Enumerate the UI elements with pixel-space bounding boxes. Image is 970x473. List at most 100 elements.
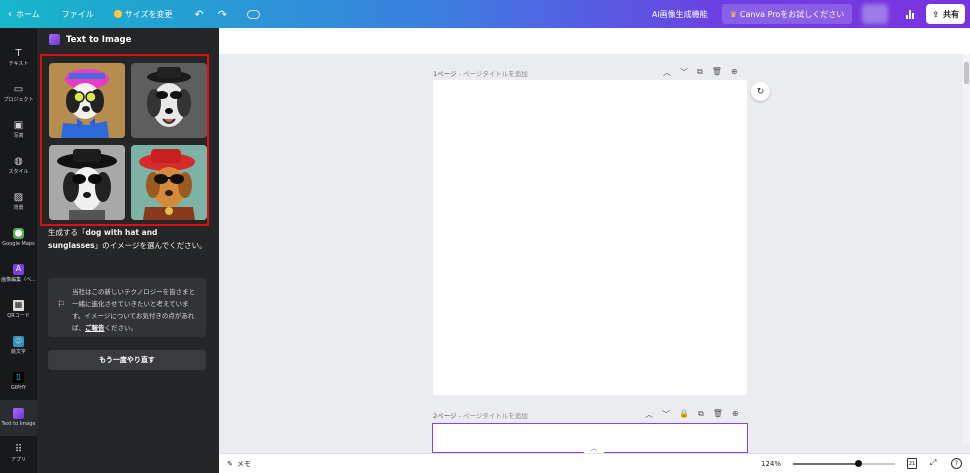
add-page-icon[interactable]: ⊕: [731, 67, 738, 78]
rail-item-label: QRコード: [7, 313, 30, 320]
rail-item-emoji[interactable]: ☺ 絵文字: [0, 328, 37, 364]
notes-label: メモ: [236, 460, 251, 468]
share-label: 共有: [943, 9, 959, 19]
trash-icon[interactable]: 🗑: [712, 67, 722, 78]
dog-pink-cap-icon: [49, 63, 125, 138]
generated-image-1[interactable]: [49, 63, 125, 138]
qr-icon: ▦: [13, 300, 24, 312]
zoom-slider-fill: [793, 463, 857, 465]
lock-icon[interactable]: 🔒: [679, 409, 689, 420]
rail-item-qr[interactable]: ▦ QRコード: [0, 292, 37, 328]
image-icon: ▣: [13, 120, 24, 132]
undo-icon[interactable]: ↶: [195, 0, 204, 28]
chevron-left-icon[interactable]: ‹: [8, 0, 12, 28]
rail-item-text-to-image[interactable]: Text to Image: [0, 400, 37, 436]
duplicate-icon[interactable]: ⧉: [698, 409, 704, 420]
rail-item-label: 絵文字: [10, 349, 26, 356]
canva-pro-button[interactable]: ♛ Canva Proをお試しください: [721, 4, 853, 24]
rail-item-giphy[interactable]: ▯ GIPHY: [0, 364, 37, 400]
show-pages-caret-icon[interactable]: ︿: [584, 444, 604, 453]
fullscreen-icon[interactable]: ⤢: [930, 458, 936, 468]
folder-icon: ▭: [13, 84, 24, 96]
emoji-icon: ☺: [13, 336, 24, 348]
page-1-title[interactable]: 1ページ - ページタイトルを追加: [433, 68, 528, 78]
rail-item-label: 写真: [13, 133, 24, 140]
page-2-title[interactable]: 2ページ - ページタイトルを追加: [433, 410, 528, 420]
page-2-tools: ︿ ﹀ 🔒 ⧉ 🗑 ⊕: [645, 409, 739, 420]
page-grid-button[interactable]: 21: [907, 458, 917, 469]
text-icon: T: [15, 48, 22, 60]
refresh-icon[interactable]: ↻: [751, 82, 770, 101]
cloud-save-icon[interactable]: [246, 9, 260, 19]
rail-item-label: 画像編集（ベ...: [1, 277, 36, 284]
generated-image-3[interactable]: [49, 145, 125, 220]
chevron-up-icon[interactable]: ︿: [663, 67, 671, 78]
scrollbar-thumb[interactable]: [964, 62, 969, 84]
text-to-image-panel: Text to Image 生成する「dog with hat and sung…: [37, 28, 219, 473]
retry-button[interactable]: もう一度やり直す: [48, 350, 206, 370]
chevron-up-icon[interactable]: ︿: [645, 409, 653, 420]
help-icon[interactable]: ?: [951, 458, 962, 469]
rail-item-background[interactable]: ▨ 背景: [0, 184, 37, 220]
generated-images-grid: [40, 54, 209, 226]
rail-item-label: テキスト: [8, 61, 29, 68]
rail-item-style[interactable]: ◍ スタイル: [0, 148, 37, 184]
vertical-scrollbar[interactable]: [963, 54, 970, 444]
resize-button[interactable]: サイズを変更: [113, 0, 173, 28]
page-2-add-title: - ページタイトルを追加: [456, 412, 528, 420]
generated-image-4[interactable]: [131, 145, 207, 220]
zoom-slider[interactable]: [793, 463, 895, 465]
page-1-canvas[interactable]: [433, 80, 747, 395]
chevron-down-icon[interactable]: ﹀: [662, 409, 670, 420]
dog-bw-glasses-icon: [49, 145, 125, 220]
rail-item-image-editor[interactable]: A 画像編集（ベ...: [0, 256, 37, 292]
page-1-add-title: - ページタイトルを追加: [456, 70, 528, 78]
resize-icon: [113, 10, 122, 18]
top-bar: ‹ ホーム ファイル サイズを変更 ↶ ↷ AI画像生成機能 ♛ Canva P…: [0, 0, 970, 28]
canvas-toolbar-area: [219, 28, 970, 54]
image-editor-icon: A: [13, 264, 24, 276]
rail-item-photos[interactable]: ▣ 写真: [0, 112, 37, 148]
rail-item-apps[interactable]: ⠿ アプリ: [0, 436, 37, 472]
trash-icon[interactable]: 🗑: [713, 409, 723, 420]
redo-icon[interactable]: ↷: [218, 0, 227, 28]
dog-red-hat-icon: [131, 145, 207, 220]
rail-item-label: Google Maps: [2, 241, 35, 248]
flag-icon: ⚐: [57, 300, 66, 310]
dog-bw-hat-icon: [131, 63, 207, 138]
report-link[interactable]: ご報告: [85, 324, 105, 332]
desc-suffix: 」のイメージを選んでください。: [94, 241, 207, 250]
rail-item-label: スタイル: [8, 169, 29, 176]
resize-label: サイズを変更: [124, 9, 173, 19]
duplicate-icon[interactable]: ⧉: [697, 67, 703, 78]
generated-image-2[interactable]: [131, 63, 207, 138]
apps-grid-icon: ⠿: [14, 444, 23, 456]
zoom-slider-handle[interactable]: [855, 460, 862, 467]
chevron-down-icon[interactable]: ﹀: [680, 67, 688, 78]
panel-title: Text to Image: [49, 34, 131, 45]
rail-item-text[interactable]: T テキスト: [0, 40, 37, 76]
zoom-level[interactable]: 124%: [761, 460, 781, 468]
file-menu-button[interactable]: ファイル: [62, 0, 94, 28]
background-icon: ▨: [13, 192, 24, 204]
rail-item-label: プロジェクト: [3, 97, 34, 104]
text-to-image-icon: [13, 408, 24, 420]
panel-title-text: Text to Image: [66, 34, 132, 45]
add-page-icon[interactable]: ⊕: [732, 409, 739, 420]
page-1-tools: ︿ ﹀ ⧉ 🗑 ⊕: [663, 67, 738, 78]
bottom-bar: ✎ メモ 124% 21 ⤢ ?: [219, 453, 970, 473]
notes-button[interactable]: ✎ メモ: [227, 459, 251, 469]
home-button[interactable]: ホーム: [16, 0, 40, 28]
ai-image-button[interactable]: AI画像生成機能: [652, 0, 708, 28]
share-icon: ⇪: [932, 9, 939, 19]
rail-item-google-maps[interactable]: ⬤ Google Maps: [0, 220, 37, 256]
text-to-image-icon: [49, 34, 60, 45]
notes-icon: ✎: [227, 460, 233, 468]
share-button[interactable]: ⇪ 共有: [926, 4, 965, 24]
analytics-icon[interactable]: [906, 9, 916, 19]
palette-icon: ◍: [14, 156, 23, 168]
page-2-label: 2ページ: [433, 412, 457, 420]
avatar[interactable]: [862, 4, 889, 24]
page-1-label: 1ページ: [433, 70, 457, 78]
rail-item-project[interactable]: ▭ プロジェクト: [0, 76, 37, 112]
